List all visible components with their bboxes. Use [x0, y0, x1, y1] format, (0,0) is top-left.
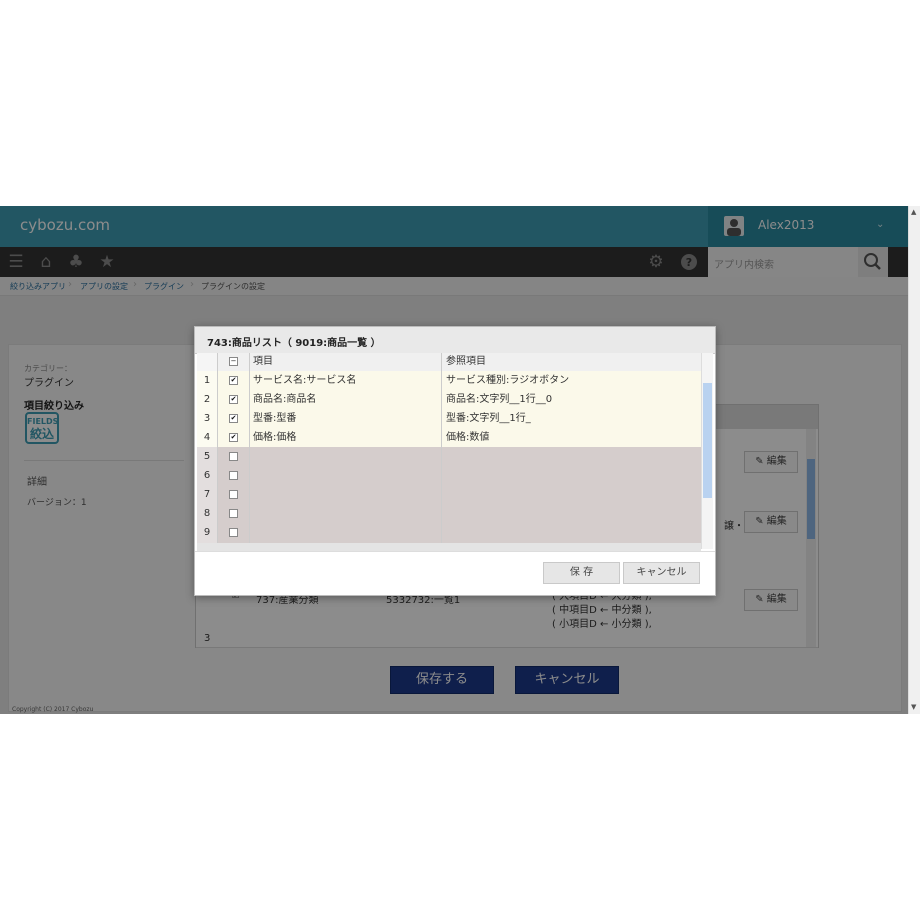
row-number: 8 — [197, 504, 218, 523]
checkbox-icon[interactable] — [229, 490, 238, 499]
item-cell — [249, 504, 442, 523]
dialog-divider — [195, 551, 715, 552]
column-header-ref: 参照項目 — [446, 356, 486, 367]
item-cell — [249, 466, 442, 485]
checkbox-icon[interactable] — [229, 471, 238, 480]
row-checkbox[interactable]: ✔ — [217, 428, 250, 447]
ref-cell: 価格:数値 — [446, 432, 490, 443]
grid-horizontal-scrollbar[interactable] — [197, 543, 701, 551]
ref-cell: 型番:文字列__1行_ — [446, 413, 531, 424]
checkbox-icon[interactable] — [229, 528, 238, 537]
table-row[interactable]: 8 — [197, 504, 701, 524]
row-checkbox[interactable] — [217, 523, 250, 542]
ref-cell — [442, 504, 701, 523]
ref-cell — [442, 466, 701, 485]
row-checkbox[interactable] — [217, 504, 250, 523]
scroll-down-icon[interactable]: ▼ — [911, 703, 916, 711]
scroll-up-icon[interactable]: ▲ — [911, 208, 916, 216]
field-grid: − 項目 参照項目 1 ✔ サービス名:サービス名 サービス種別:ラジオボタン 2 ✔ 商品… — [197, 353, 713, 551]
dialog-title: 743:商品リスト（ 9019:商品一覧 ） — [207, 338, 381, 349]
table-row[interactable]: 5 — [197, 447, 701, 467]
row-checkbox[interactable]: ✔ — [217, 409, 250, 428]
ref-cell: サービス種別:ラジオボタン — [446, 375, 570, 386]
item-cell — [249, 447, 442, 466]
item-cell: サービス名:サービス名 — [249, 371, 442, 390]
item-cell: 価格:価格 — [249, 428, 442, 447]
checkbox-icon[interactable]: ✔ — [229, 376, 238, 385]
ref-cell — [442, 523, 701, 542]
item-cell: 商品名:商品名 — [249, 390, 442, 409]
table-row[interactable]: 2 ✔ 商品名:商品名 商品名:文字列__1行__0 — [197, 390, 701, 410]
grid-vertical-scrollbar[interactable] — [701, 353, 713, 549]
row-number: 6 — [197, 466, 218, 485]
checkbox-icon[interactable] — [229, 509, 238, 518]
row-number: 1 — [197, 371, 218, 390]
field-select-dialog: 743:商品リスト（ 9019:商品一覧 ） − 項目 参照項目 1 ✔ サービス名… — [194, 326, 716, 596]
row-checkbox[interactable] — [217, 447, 250, 466]
item-cell: 型番:型番 — [249, 409, 442, 428]
checkbox-icon[interactable]: ✔ — [229, 433, 238, 442]
dialog-title-bar: 743:商品リスト（ 9019:商品一覧 ） — [195, 327, 715, 354]
column-header-item: 項目 — [249, 353, 442, 371]
grid-header: − 項目 参照項目 — [197, 353, 701, 372]
table-row[interactable]: 1 ✔ サービス名:サービス名 サービス種別:ラジオボタン — [197, 371, 701, 391]
checkbox-icon[interactable] — [229, 452, 238, 461]
row-number: 7 — [197, 485, 218, 504]
item-cell — [249, 485, 442, 504]
select-all-checkbox[interactable]: − — [217, 353, 250, 371]
row-number: 9 — [197, 523, 218, 542]
row-number: 5 — [197, 447, 218, 466]
dialog-cancel-button[interactable]: キャンセル — [623, 562, 700, 584]
row-checkbox[interactable] — [217, 466, 250, 485]
row-checkbox[interactable]: ✔ — [217, 390, 250, 409]
ref-cell — [442, 485, 701, 504]
row-number: 4 — [197, 428, 218, 447]
table-row[interactable]: 3 ✔ 型番:型番 型番:文字列__1行_ — [197, 409, 701, 429]
table-row[interactable]: 7 — [197, 485, 701, 505]
checkbox-icon[interactable]: ✔ — [229, 395, 238, 404]
row-number: 2 — [197, 390, 218, 409]
table-row[interactable]: 9 — [197, 523, 701, 543]
table-row[interactable]: 6 — [197, 466, 701, 486]
ref-cell: 商品名:文字列__1行__0 — [446, 394, 553, 405]
ref-cell — [442, 447, 701, 466]
item-cell — [249, 523, 442, 542]
row-checkbox[interactable]: ✔ — [217, 371, 250, 390]
table-row[interactable]: 4 ✔ 価格:価格 価格:数値 — [197, 428, 701, 448]
page-scrollbar[interactable]: ▲ ▼ — [908, 206, 920, 714]
row-number: 3 — [197, 409, 218, 428]
dialog-save-button[interactable]: 保 存 — [543, 562, 620, 584]
row-checkbox[interactable] — [217, 485, 250, 504]
checkbox-icon[interactable]: ✔ — [229, 414, 238, 423]
